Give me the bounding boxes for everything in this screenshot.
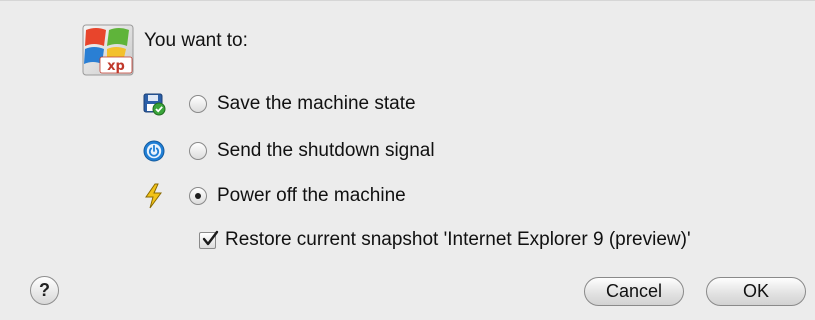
os-icon-label: xp <box>107 59 125 74</box>
option-power-off-label: Power off the machine <box>217 185 406 206</box>
radio-shutdown-signal[interactable] <box>189 142 207 160</box>
checkmark-icon <box>202 230 219 245</box>
floppy-save-icon <box>140 90 168 118</box>
cancel-button[interactable]: Cancel <box>584 277 684 306</box>
ok-button[interactable]: OK <box>706 277 806 306</box>
option-power-off[interactable]: Power off the machine <box>140 180 406 212</box>
windows-xp-os-icon: xp <box>82 24 134 76</box>
restore-snapshot-option[interactable]: Restore current snapshot 'Internet Explo… <box>199 226 691 254</box>
lightning-bolt-icon <box>140 182 168 210</box>
radio-save-state[interactable] <box>189 95 207 113</box>
dialog-prompt: You want to: <box>144 30 248 51</box>
radio-power-off[interactable] <box>189 187 207 205</box>
close-vm-dialog: xp You want to: Save the machine state S… <box>0 0 815 320</box>
restore-snapshot-label: Restore current snapshot 'Internet Explo… <box>225 229 691 250</box>
option-save-state[interactable]: Save the machine state <box>140 88 416 120</box>
option-save-state-label: Save the machine state <box>217 93 416 114</box>
power-button-icon <box>140 137 168 165</box>
help-button[interactable]: ? <box>30 276 59 305</box>
restore-snapshot-checkbox[interactable] <box>199 230 219 249</box>
option-shutdown-signal[interactable]: Send the shutdown signal <box>140 135 435 167</box>
option-shutdown-signal-label: Send the shutdown signal <box>217 140 435 161</box>
dialog-top-edge <box>0 0 815 1</box>
